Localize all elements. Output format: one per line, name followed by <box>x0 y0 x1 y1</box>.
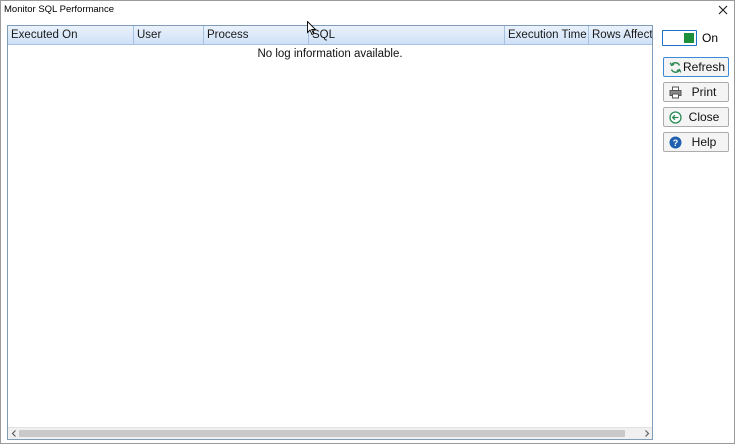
column-header-executed-on[interactable]: Executed On <box>8 26 134 44</box>
close-window-button[interactable] <box>712 1 734 19</box>
title-bar: Monitor SQL Performance <box>1 1 734 21</box>
monitor-sql-performance-window: Monitor SQL Performance Executed On User… <box>0 0 735 444</box>
refresh-button[interactable]: Refresh <box>663 57 729 77</box>
window-title: Monitor SQL Performance <box>4 4 114 15</box>
horizontal-scrollbar[interactable] <box>8 427 652 439</box>
toggle-switch[interactable] <box>662 30 697 46</box>
column-header-process[interactable]: Process <box>204 26 309 44</box>
svg-text:?: ? <box>672 138 678 148</box>
help-button[interactable]: ? Help <box>663 132 729 152</box>
toggle-knob <box>684 33 694 43</box>
back-arrow-icon <box>668 110 682 124</box>
help-button-label: Help <box>691 135 717 149</box>
sql-log-grid[interactable]: Executed On User Process SQL Execution T… <box>7 25 653 440</box>
scroll-thumb[interactable] <box>19 430 625 437</box>
column-header-rows-affected[interactable]: Rows Affecte <box>589 26 652 44</box>
scroll-right-button[interactable] <box>641 428 652 439</box>
column-header-execution-time[interactable]: Execution Time <box>505 26 589 44</box>
chevron-left-icon <box>11 430 16 437</box>
printer-icon <box>668 85 682 99</box>
refresh-button-label: Refresh <box>682 60 726 74</box>
empty-log-message: No log information available. <box>257 48 403 60</box>
column-header-sql[interactable]: SQL <box>309 26 505 44</box>
refresh-icon <box>668 60 682 74</box>
print-button-label: Print <box>691 85 717 99</box>
close-icon <box>718 5 728 15</box>
column-header-user[interactable]: User <box>134 26 204 44</box>
help-icon: ? <box>668 135 682 149</box>
close-button-label: Close <box>688 110 720 124</box>
print-button[interactable]: Print <box>663 82 729 102</box>
chevron-right-icon <box>644 430 649 437</box>
close-button[interactable]: Close <box>663 107 729 127</box>
monitoring-toggle[interactable]: On <box>662 30 718 46</box>
grid-header: Executed On User Process SQL Execution T… <box>8 26 652 45</box>
toggle-label: On <box>702 31 719 45</box>
mouse-cursor-icon <box>307 21 317 36</box>
scroll-left-button[interactable] <box>8 428 19 439</box>
